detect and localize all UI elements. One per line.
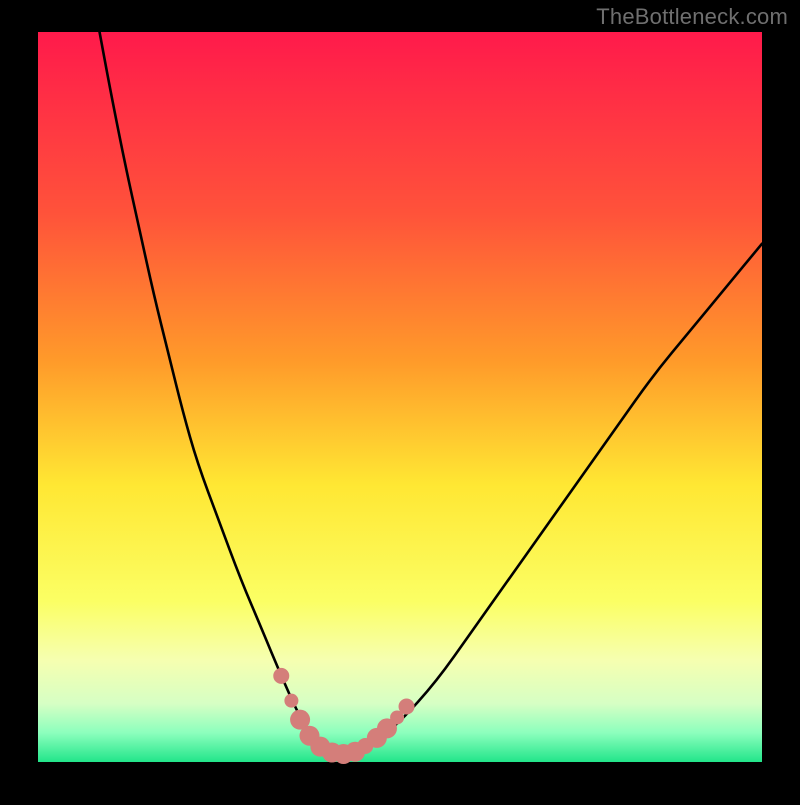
curve-marker: [399, 699, 415, 715]
chart-svg-wrap: [0, 0, 800, 805]
plot-background: [38, 32, 762, 762]
chart-svg: [0, 0, 800, 800]
chart-frame: TheBottleneck.com: [0, 0, 800, 800]
curve-marker: [284, 694, 298, 708]
curve-marker: [273, 668, 289, 684]
